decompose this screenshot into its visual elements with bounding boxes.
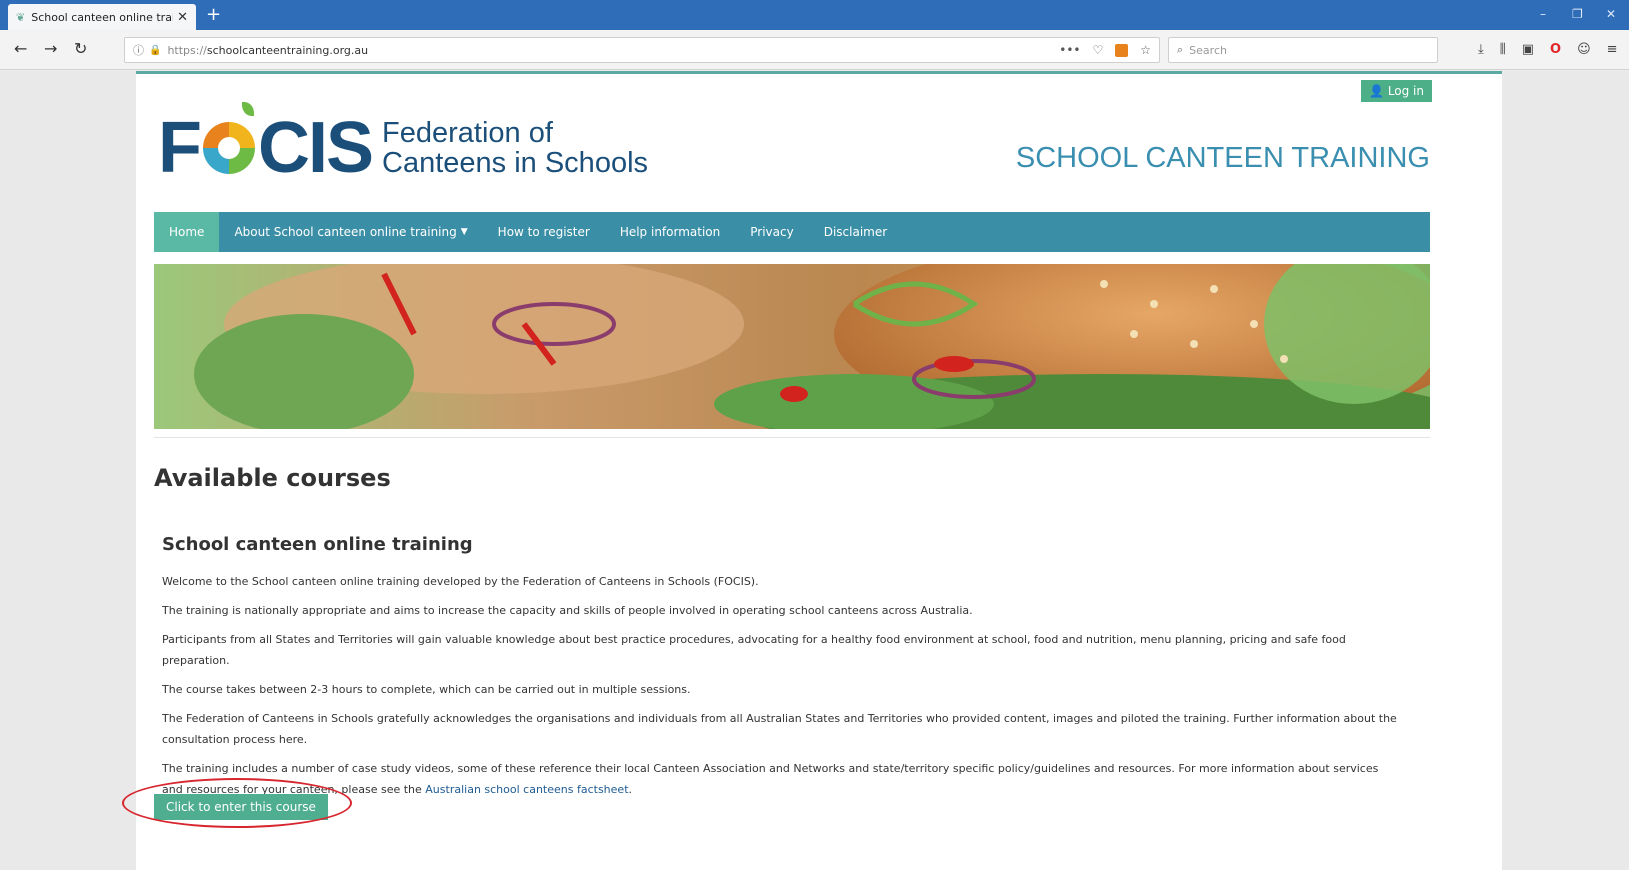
forward-arrow-icon[interactable]: →	[44, 39, 57, 58]
bookmark-star-icon[interactable]: ☆	[1140, 43, 1151, 57]
browser-tab[interactable]: ❦ School canteen online training ✕	[8, 4, 196, 30]
user-icon: 👤	[1369, 84, 1384, 98]
course-paragraph-text: The training includes a number of case s…	[162, 762, 1379, 796]
library-icon[interactable]: ⫼	[1500, 42, 1506, 57]
course-paragraph: The training is nationally appropriate a…	[162, 604, 973, 617]
search-bar[interactable]: ⌕ Search	[1168, 37, 1438, 63]
nav-about-label: About School canteen online training	[234, 225, 457, 239]
course-paragraph: Participants from all States and Territo…	[162, 633, 1346, 667]
opera-icon[interactable]: O	[1550, 42, 1561, 57]
burger-image	[154, 264, 1430, 429]
sidebar-icon[interactable]: ▣	[1522, 42, 1534, 57]
logo-leaf-icon	[242, 102, 254, 116]
window-close-button[interactable]: ✕	[1606, 7, 1616, 21]
restore-button[interactable]: ❐	[1572, 7, 1583, 21]
site-title: SCHOOL CANTEEN TRAINING	[1015, 142, 1430, 174]
available-courses-heading: Available courses	[154, 464, 391, 492]
login-label: Log in	[1387, 84, 1424, 98]
course-paragraph: The Federation of Canteens in Schools gr…	[162, 712, 1397, 746]
nav-privacy[interactable]: Privacy	[735, 212, 808, 252]
factsheet-link[interactable]: Australian school canteens factsheet	[425, 783, 628, 796]
browser-tab-bar: ❦ School canteen online training ✕ + – ❐…	[0, 0, 1629, 30]
extension-icon[interactable]	[1115, 43, 1129, 57]
logo-circle-icon	[202, 122, 255, 174]
back-arrow-icon[interactable]: ←	[14, 39, 27, 58]
search-placeholder: Search	[1189, 43, 1227, 57]
address-bar[interactable]: ⓘ 🔒 https:// schoolcanteentraining.org.a…	[124, 37, 1160, 63]
focis-logo[interactable]: F CIS Federation of Canteens in Schools	[158, 102, 649, 188]
org-name-line2: Canteens in Schools	[382, 147, 649, 179]
account-icon[interactable]: ☺	[1577, 42, 1591, 57]
download-icon[interactable]: ⤓	[1478, 42, 1484, 57]
page-container: 👤 Log in F CIS Federation of Canteens in…	[122, 71, 1502, 870]
browser-toolbar: ← → ↻ ⓘ 🔒 https:// schoolcanteentraining…	[0, 30, 1629, 70]
course-paragraph: The course takes between 2-3 hours to co…	[162, 683, 691, 696]
info-icon[interactable]: ⓘ	[133, 42, 144, 58]
page-actions-icon[interactable]: •••	[1059, 43, 1080, 57]
page-viewport: 👤 Log in F CIS Federation of Canteens in…	[0, 71, 1629, 870]
hamburger-menu-icon[interactable]: ≡	[1607, 42, 1618, 57]
main-navigation: Home About School canteen online trainin…	[154, 212, 1430, 252]
tab-close-icon[interactable]: ✕	[177, 10, 188, 25]
annotation-circle	[122, 778, 352, 828]
favicon-icon: ❦	[16, 10, 26, 24]
search-icon: ⌕	[1177, 43, 1184, 56]
course-title[interactable]: School canteen online training	[162, 534, 1402, 555]
reload-icon[interactable]: ↻	[74, 39, 87, 58]
nav-how-to-register[interactable]: How to register	[483, 212, 605, 252]
org-name-line1: Federation of	[382, 117, 553, 149]
tab-title: School canteen online training	[31, 10, 173, 24]
caret-down-icon: ▼	[460, 227, 468, 237]
nav-about[interactable]: About School canteen online training ▼	[219, 212, 482, 252]
url-protocol: https://	[167, 43, 207, 57]
new-tab-button[interactable]: +	[206, 5, 221, 25]
course-card: School canteen online training Welcome t…	[162, 534, 1402, 808]
login-button[interactable]: 👤 Log in	[1361, 80, 1432, 102]
pocket-icon[interactable]: ♡	[1092, 43, 1103, 57]
lock-icon: 🔒	[149, 44, 162, 56]
url-host: schoolcanteentraining.org.au	[206, 43, 369, 57]
nav-disclaimer[interactable]: Disclaimer	[809, 212, 902, 252]
hero-divider	[154, 437, 1430, 438]
course-paragraph: Welcome to the School canteen online tra…	[162, 575, 759, 588]
course-paragraph-last: The training includes a number of case s…	[162, 762, 1379, 796]
logo-letters-cis: CIS	[257, 108, 374, 188]
nav-help-information[interactable]: Help information	[605, 212, 735, 252]
minimize-button[interactable]: –	[1540, 7, 1546, 21]
hero-food-banner	[154, 264, 1430, 429]
nav-home[interactable]: Home	[154, 212, 220, 252]
logo-letter-f: F	[158, 108, 202, 188]
